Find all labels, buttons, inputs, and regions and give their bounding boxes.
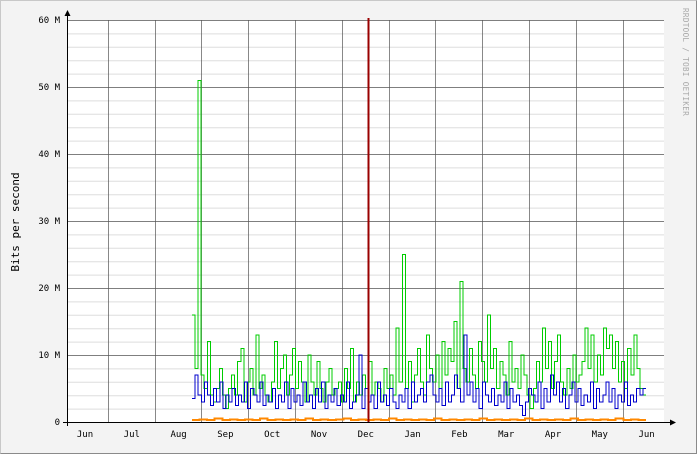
x-tick-label: Sep [217,430,233,440]
y-tick-label: 30 M [38,217,60,227]
y-axis-arrow [64,10,71,16]
x-tick-label: Dec [358,430,374,440]
series-line-3 [192,417,646,421]
x-tick-label: Oct [264,430,280,440]
traffic-chart: 0 10 M 20 M 30 M 40 M 50 M 60 M Jun Jul Aug Sep Oc… [9,8,690,440]
x-tick-label: Aug [170,430,186,440]
y-tick-label: 0 [55,418,60,428]
x-axis-arrow [670,419,676,426]
y-tick-label: 40 M [38,150,60,160]
rrdtool-watermark: RRDTOOL / TOBI OETIKER [681,8,690,116]
x-tick-label: Jul [124,430,140,440]
y-tick-label: 50 M [38,83,60,93]
x-tick-label: Mar [498,430,515,440]
x-tick-label: Apr [545,430,562,440]
y-axis-label: Bits per second [9,172,22,271]
x-tick-label: Feb [451,430,467,440]
x-tick-labels: Jun Jul Aug Sep Oct Nov Dec Jan Feb Mar Apr May Jun [77,430,655,440]
y-tick-labels: 0 10 M 20 M 30 M 40 M 50 M 60 M [38,16,60,428]
x-tick-label: May [592,430,609,440]
y-tick-label: 10 M [38,351,60,361]
plot-area [68,20,664,422]
x-tick-label: Jun [77,430,93,440]
x-tick-label: Jun [638,430,654,440]
x-tick-label: Jan [404,430,420,440]
y-tick-label: 20 M [38,284,60,294]
y-tick-label: 60 M [38,16,60,26]
x-tick-label: Nov [311,430,327,440]
